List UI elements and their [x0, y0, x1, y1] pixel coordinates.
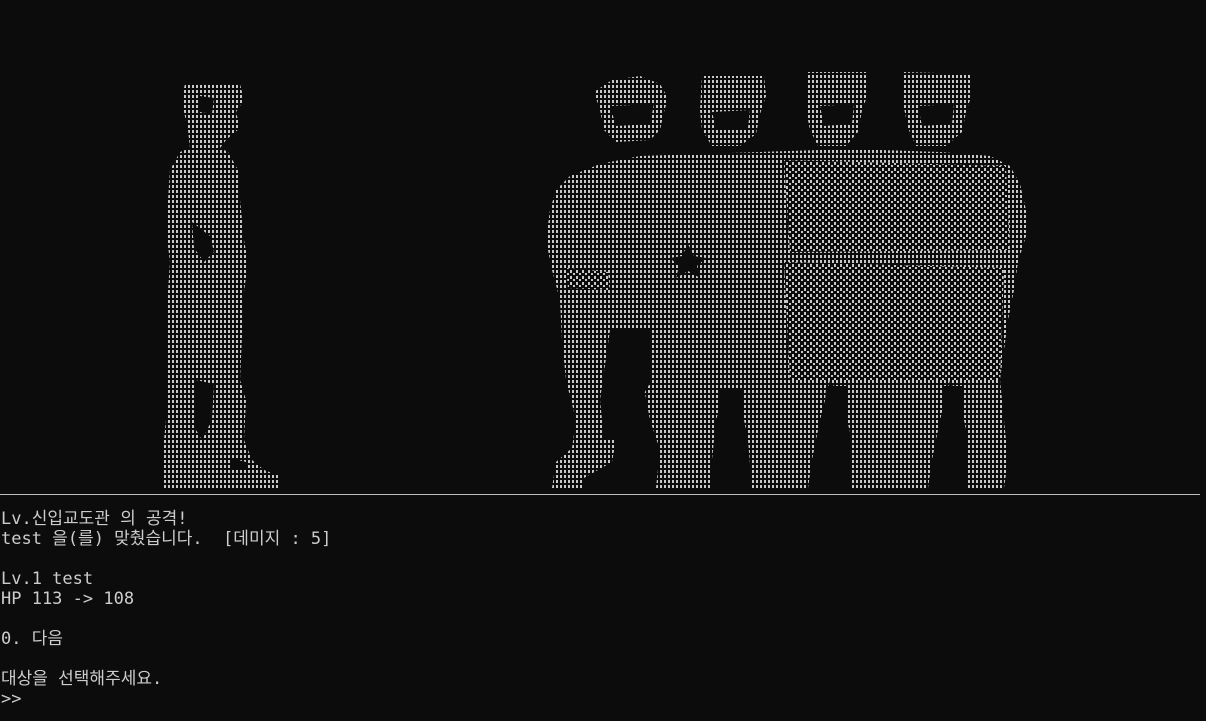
attack-message: Lv.신입교도관 의 공격! — [1, 509, 188, 529]
hp-change: HP 113 -> 108 — [1, 589, 135, 609]
console-screen: Lv.신입교도관 의 공격! test 을(를) 맞췄습니다. [데미지 : 5… — [0, 0, 1206, 721]
menu-option-next[interactable]: 0. 다음 — [1, 629, 63, 649]
command-input[interactable] — [22, 689, 322, 709]
enemy-group — [546, 72, 1026, 488]
target-name: Lv.1 test — [1, 569, 94, 589]
select-target-prompt: 대상을 선택해주세요. — [1, 669, 163, 689]
ascii-art-scene — [164, 72, 1026, 488]
player-figure — [164, 84, 280, 488]
input-prompt-symbol: >> — [1, 689, 22, 709]
hit-message: test 을(를) 맞췄습니다. [데미지 : 5] — [1, 529, 332, 549]
section-divider — [0, 494, 1200, 495]
